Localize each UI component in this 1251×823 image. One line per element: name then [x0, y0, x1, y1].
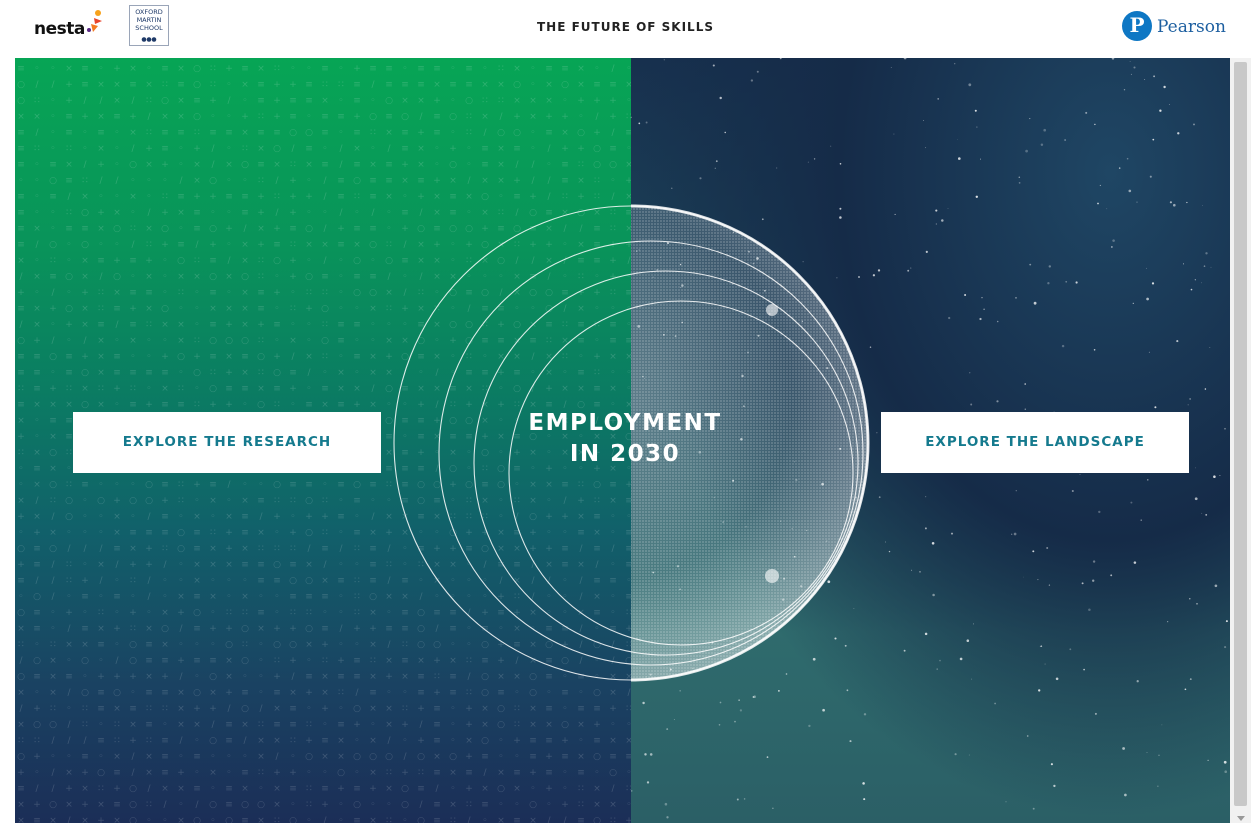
hero-title-line1: EMPLOYMENT [528, 410, 722, 436]
vertical-scrollbar[interactable] [1230, 58, 1251, 823]
oxford-dots-icon [141, 37, 157, 42]
scroll-down-icon[interactable] [1237, 816, 1245, 821]
pearson-name: Pearson [1157, 17, 1226, 37]
explore-landscape-button[interactable]: EXPLORE THE LANDSCAPE [881, 412, 1189, 473]
hero-section: ≡ ◦ ◦ × ≡ ◦ + × ◦ ≡ × ○ ∷ + ≡ × ∷ ◦ ◦ ≡ ◦ + ≡ ≡ ◦ ≡ ≡ ◦ ≡ ◦ ∷ × ◦ ≡ ≡ × ◦ ∕ ◦ ○… [15, 58, 1230, 823]
hero-title-line2: IN 2030 [569, 441, 681, 467]
oxford-logo-line: OXFORD [135, 8, 163, 16]
pearson-mark: P [1129, 13, 1145, 37]
page-title: THE FUTURE OF SKILLS [536, 20, 714, 34]
header-bar: nesta OXFORD MARTIN SCHOOL THE FUTURE OF… [0, 0, 1251, 58]
pearson-logo-icon: P [1122, 11, 1152, 41]
explore-research-button[interactable]: EXPLORE THE RESEARCH [73, 412, 381, 473]
scrollbar-thumb[interactable] [1234, 62, 1247, 806]
hero-title: EMPLOYMENT IN 2030 [485, 408, 765, 470]
